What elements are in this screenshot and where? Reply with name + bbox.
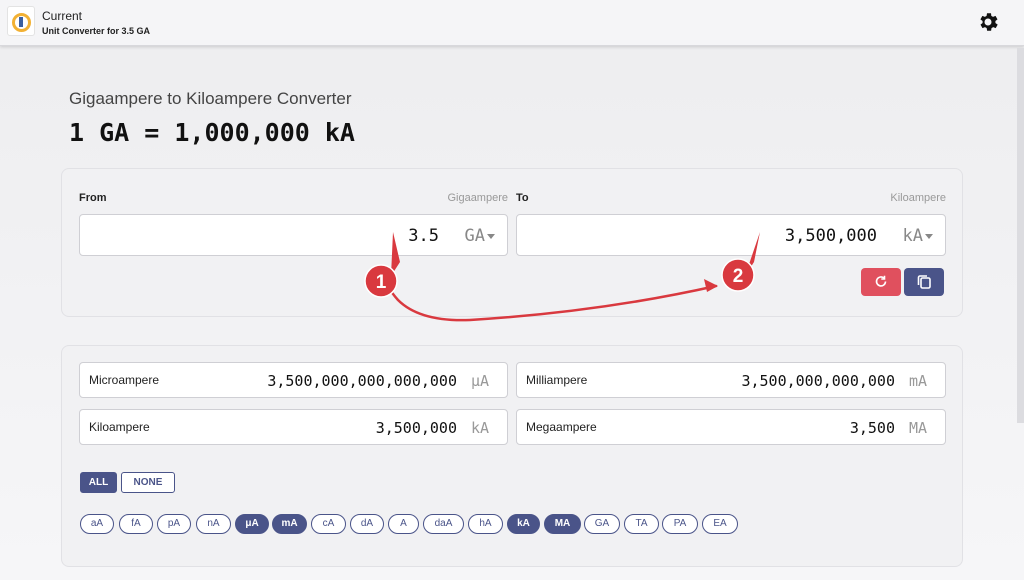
refresh-icon	[875, 275, 887, 287]
from-unit-select[interactable]: GA	[465, 226, 485, 246]
app-header: Current Unit Converter for 3.5 GA	[0, 0, 1024, 46]
to-unit-select[interactable]: kA	[903, 226, 923, 246]
result-card-microampere: Microampere 3,500,000,000,000,000 μA	[79, 362, 508, 398]
conversion-formula: 1 GA = 1,000,000 kA	[69, 118, 355, 147]
unit-chip[interactable]: mA	[272, 514, 307, 534]
chevron-down-icon[interactable]	[487, 234, 495, 239]
unit-chip[interactable]: aA	[80, 514, 114, 534]
result-unit: MA	[908, 419, 927, 437]
to-label: To	[516, 192, 529, 204]
current-logo-icon	[7, 6, 35, 36]
result-unit: μA	[470, 372, 489, 390]
select-none-button[interactable]: NONE	[121, 472, 175, 493]
chevron-down-icon[interactable]	[925, 234, 933, 239]
converter-heading: Gigaampere to Kiloampere Converter	[69, 89, 352, 108]
from-value-field[interactable]: 3.5 GA	[79, 214, 508, 256]
result-card-kiloampere: Kiloampere 3,500,000 kA	[79, 409, 508, 445]
unit-chip[interactable]: A	[388, 514, 419, 534]
result-name: Milliampere	[526, 373, 588, 387]
app-title: Current	[42, 9, 83, 23]
unit-chip[interactable]: PA	[662, 514, 698, 534]
unit-chip[interactable]: pA	[157, 514, 191, 534]
from-label: From	[79, 192, 107, 204]
unit-chip[interactable]: GA	[584, 514, 620, 534]
unit-chip[interactable]: daA	[423, 514, 464, 534]
unit-chip[interactable]: TA	[624, 514, 659, 534]
from-value[interactable]: 3.5	[408, 226, 439, 246]
unit-chip[interactable]: dA	[350, 514, 384, 534]
result-name: Kiloampere	[89, 420, 150, 434]
to-value[interactable]: 3,500,000	[785, 226, 877, 246]
copy-button[interactable]	[904, 268, 944, 296]
unit-chip[interactable]: fA	[119, 514, 153, 534]
unit-chip[interactable]: EA	[702, 514, 738, 534]
unit-chip[interactable]: nA	[196, 514, 231, 534]
unit-chip[interactable]: μA	[235, 514, 269, 534]
to-unit-name: Kiloampere	[890, 192, 946, 204]
scrollbar[interactable]	[1017, 48, 1024, 423]
unit-chip[interactable]: hA	[468, 514, 503, 534]
unit-chip[interactable]: MA	[544, 514, 581, 534]
to-value-field[interactable]: 3,500,000 kA	[516, 214, 946, 256]
unit-chip[interactable]: kA	[507, 514, 540, 534]
reset-button[interactable]	[861, 268, 901, 296]
result-name: Microampere	[89, 373, 160, 387]
result-value: 3,500,000,000,000	[741, 372, 895, 390]
result-card-milliampere: Milliampere 3,500,000,000,000 mA	[516, 362, 946, 398]
result-value: 3,500	[849, 419, 895, 437]
app-subtitle: Unit Converter for 3.5 GA	[42, 26, 151, 36]
copy-icon	[917, 275, 931, 289]
gear-icon[interactable]	[976, 10, 1000, 34]
result-value: 3,500,000,000,000,000	[267, 372, 457, 390]
unit-chip[interactable]: cA	[311, 514, 346, 534]
select-all-button[interactable]: ALL	[80, 472, 117, 493]
result-card-megaampere: Megaampere 3,500 MA	[516, 409, 946, 445]
from-unit-name: Gigaampere	[447, 192, 508, 204]
result-value: 3,500,000	[375, 419, 457, 437]
result-unit: mA	[908, 372, 927, 390]
result-unit: kA	[470, 419, 489, 437]
result-name: Megaampere	[526, 420, 597, 434]
